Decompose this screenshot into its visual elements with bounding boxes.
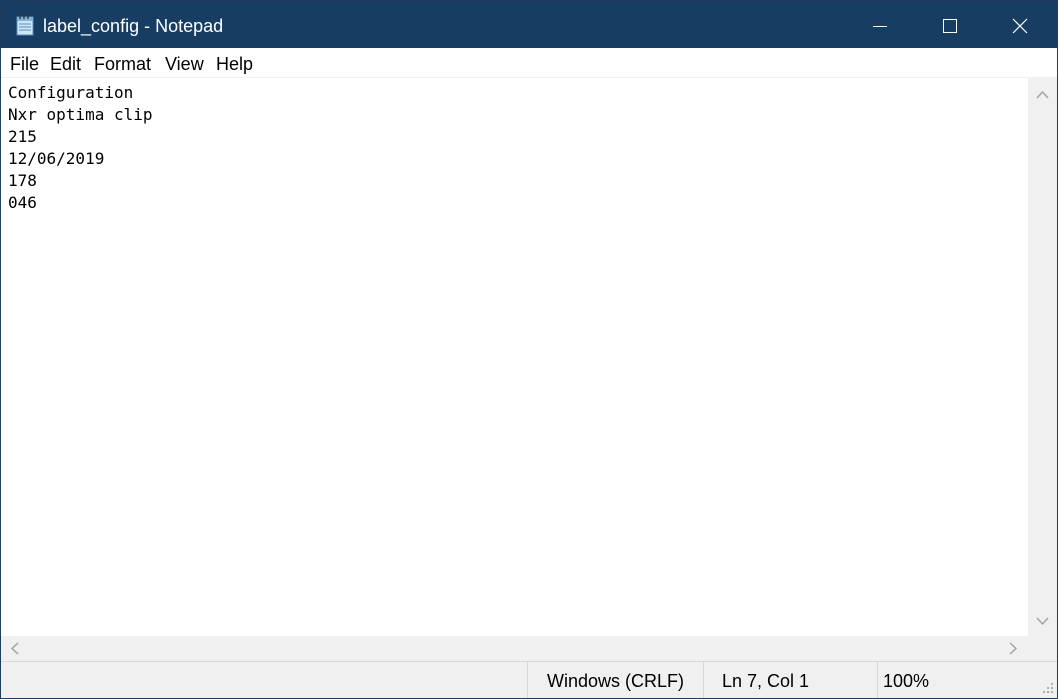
horizontal-scrollbar[interactable] [1, 636, 1028, 661]
menu-format[interactable]: Format [94, 54, 151, 74]
text-line: 215 [8, 127, 37, 146]
status-zoom: 100% [883, 671, 930, 691]
menu-edit[interactable]: Edit [50, 54, 81, 74]
status-bar: Windows (CRLF) Ln 7, Col 1 100% [1, 661, 1057, 698]
status-encoding: Windows (CRLF) [547, 671, 685, 691]
maximize-button[interactable] [915, 1, 985, 48]
maximize-icon [943, 19, 957, 33]
menu-view[interactable]: View [165, 54, 204, 74]
scrollbar-arrows [1036, 90, 1049, 626]
close-icon [1012, 18, 1028, 34]
status-divider [527, 662, 528, 698]
text-line: Nxr optima clip [8, 105, 153, 124]
status-cursor-position: Ln 7, Col 1 [722, 671, 810, 691]
close-button[interactable] [985, 1, 1055, 48]
window-title: label_config - Notepad [43, 16, 224, 36]
scroll-down-icon [1036, 617, 1049, 626]
text-line: 178 [8, 171, 37, 190]
resize-grip-icon[interactable] [1039, 679, 1055, 695]
menu-file[interactable]: File [10, 54, 39, 74]
status-divider [877, 662, 878, 698]
scroll-left-icon [10, 642, 19, 655]
scroll-up-icon [1036, 90, 1049, 99]
scroll-right-icon [1009, 642, 1018, 655]
text-line: Configuration [8, 83, 134, 102]
menu-bar: File Edit Format View Help [1, 48, 1057, 78]
text-editor[interactable]: Configuration Nxr optima clip 215 12/06/… [1, 78, 1028, 636]
menu-help[interactable]: Help [216, 54, 253, 74]
notepad-window: label_config - Notepad File Edit Format … [0, 0, 1058, 699]
hscroll-arrows [10, 642, 1018, 655]
text-line: 12/06/2019 [8, 149, 105, 168]
text-line: 046 [8, 193, 37, 212]
scrollbar-corner [1028, 636, 1057, 661]
notepad-icon[interactable] [15, 14, 36, 36]
minimize-button[interactable] [845, 1, 915, 48]
status-divider [703, 662, 704, 698]
title-bar[interactable]: label_config - Notepad [1, 1, 1057, 48]
minimize-icon [873, 26, 887, 27]
vertical-scrollbar[interactable] [1028, 78, 1057, 636]
